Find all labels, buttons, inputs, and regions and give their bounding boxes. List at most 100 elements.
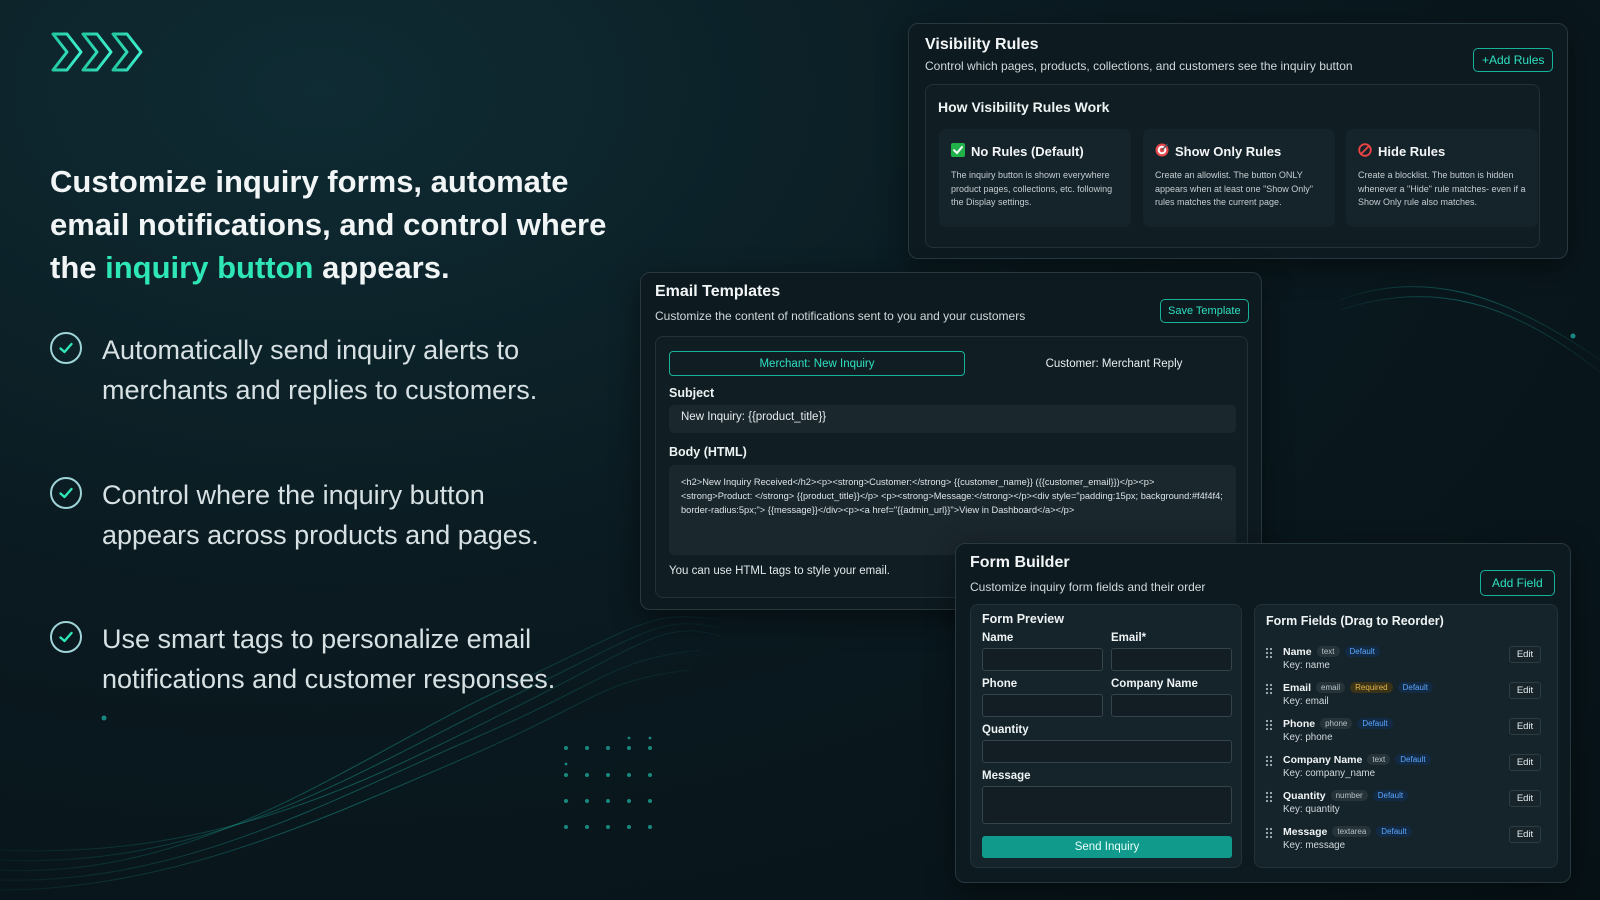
drag-handle-icon[interactable] — [1265, 683, 1273, 695]
add-rules-button[interactable]: +Add Rules — [1473, 48, 1554, 72]
edit-field-button[interactable]: Edit — [1509, 754, 1541, 771]
field-label: Name — [1283, 646, 1312, 658]
check-circle-icon — [50, 332, 82, 364]
form-builder-title: Form Builder — [970, 554, 1070, 571]
feature-item: Automatically send inquiry alerts to mer… — [50, 330, 542, 410]
rule-card-desc: Create a blocklist. The button is hidden… — [1358, 170, 1526, 207]
feature-text: Use smart tags to personalize email noti… — [102, 624, 556, 694]
how-visibility-works-box: How Visibility Rules Work No Rules (Defa… — [925, 84, 1540, 248]
preview-message-textarea[interactable] — [982, 786, 1232, 824]
field-row-email[interactable]: Email email Required Default Key: email Edi… — [1265, 681, 1541, 715]
field-type-tag: textarea — [1332, 826, 1372, 837]
form-preview-title: Form Preview — [982, 612, 1064, 626]
rule-card-hide: Hide Rules Create a blocklist. The butto… — [1346, 129, 1538, 227]
field-default-tag: Default — [1372, 790, 1409, 801]
edit-field-button[interactable]: Edit — [1509, 682, 1541, 699]
tab-merchant-new-inquiry[interactable]: Merchant: New Inquiry — [669, 351, 965, 376]
preview-quantity-label: Quantity — [982, 724, 1029, 736]
email-subtitle: Customize the content of notifications s… — [655, 309, 1026, 323]
field-label: Email — [1283, 682, 1312, 694]
form-fields-box: Form Fields (Drag to Reorder) Name text De… — [1254, 604, 1558, 868]
brand-logo-chevrons — [51, 32, 143, 72]
rule-card-show-only: Show Only Rules Create an allowlist. The… — [1143, 129, 1335, 227]
visibility-subtitle: Control which pages, products, collectio… — [925, 59, 1353, 73]
target-icon — [1155, 143, 1169, 160]
field-default-tag: Default — [1376, 826, 1412, 837]
tab-customer-merchant-reply[interactable]: Customer: Merchant Reply — [996, 351, 1232, 376]
field-key: Key: company_name — [1283, 768, 1376, 779]
html-hint: You can use HTML tags to style your emai… — [669, 565, 890, 577]
field-label: Quantity — [1283, 790, 1326, 802]
preview-company-label: Company Name — [1111, 678, 1198, 690]
edit-field-button[interactable]: Edit — [1509, 790, 1541, 807]
preview-email-input[interactable] — [1111, 648, 1232, 671]
form-builder-subtitle: Customize inquiry form fields and their … — [970, 580, 1206, 594]
rule-card-desc: The inquiry button is shown everywhere p… — [951, 170, 1113, 207]
field-type-tag: text — [1367, 754, 1391, 765]
check-circle-icon — [50, 621, 82, 653]
drag-handle-icon[interactable] — [1265, 827, 1273, 839]
body-label: Body (HTML) — [669, 445, 747, 459]
hero-headline: Customize inquiry forms, automate email … — [50, 160, 610, 289]
edit-field-button[interactable]: Edit — [1509, 826, 1541, 843]
field-row-message[interactable]: Message textarea Default Key: message Edit — [1265, 825, 1541, 859]
field-name: Phone phone Default — [1283, 718, 1393, 730]
visibility-title: Visibility Rules — [925, 36, 1039, 53]
field-name: Quantity number Default — [1283, 790, 1409, 802]
rule-card-title: Hide Rules — [1378, 144, 1446, 159]
field-required-tag: Required — [1350, 682, 1393, 693]
field-name: Name text Default — [1283, 646, 1380, 658]
check-circle-icon — [50, 477, 82, 509]
feature-item: Use smart tags to personalize email noti… — [50, 619, 572, 699]
rule-card-desc: Create an allowlist. The button ONLY app… — [1155, 170, 1313, 207]
field-name: Company Name text Default — [1283, 754, 1431, 766]
field-default-tag: Default — [1344, 646, 1380, 657]
check-square-icon — [951, 143, 965, 160]
form-preview-box: Form Preview Name Email* Phone Company N… — [970, 604, 1242, 868]
preview-email-label: Email* — [1111, 632, 1147, 644]
field-key: Key: message — [1283, 840, 1346, 851]
field-row-phone[interactable]: Phone phone Default Key: phone Edit — [1265, 717, 1541, 751]
field-type-tag: number — [1330, 790, 1368, 801]
how-visibility-title: How Visibility Rules Work — [938, 99, 1110, 115]
rule-card-title: Show Only Rules — [1175, 144, 1282, 159]
preview-phone-input[interactable] — [982, 694, 1103, 717]
rule-card-no-rules: No Rules (Default) The inquiry button is… — [939, 129, 1131, 227]
field-key: Key: quantity — [1283, 804, 1340, 815]
drag-handle-icon[interactable] — [1265, 719, 1273, 731]
rule-card-title: No Rules (Default) — [971, 144, 1084, 159]
field-row-name[interactable]: Name text Default Key: name Edit — [1265, 645, 1541, 679]
drag-handle-icon[interactable] — [1265, 791, 1273, 803]
save-template-button[interactable]: Save Template — [1160, 299, 1249, 323]
form-fields-title: Form Fields (Drag to Reorder) — [1266, 614, 1444, 628]
send-inquiry-button[interactable]: Send Inquiry — [982, 836, 1232, 858]
field-type-tag: text — [1316, 646, 1340, 657]
edit-field-button[interactable]: Edit — [1509, 646, 1541, 663]
feature-text: Automatically send inquiry alerts to mer… — [102, 335, 538, 405]
subject-label: Subject — [669, 386, 715, 400]
field-key: Key: phone — [1283, 732, 1333, 743]
headline-text-end: appears. — [313, 250, 450, 285]
field-key: Key: email — [1283, 696, 1329, 707]
field-label: Message — [1283, 826, 1328, 838]
email-title: Email Templates — [655, 283, 781, 300]
field-default-tag: Default — [1397, 682, 1433, 693]
form-builder-panel: Form Builder Customize inquiry form fiel… — [955, 543, 1571, 883]
preview-phone-label: Phone — [982, 678, 1018, 690]
body-html-textarea[interactable]: <h2>New Inquiry Received</h2><p><strong>… — [669, 465, 1236, 555]
subject-input[interactable]: New Inquiry: {{product_title}} — [669, 405, 1236, 433]
drag-handle-icon[interactable] — [1265, 647, 1273, 659]
field-name: Email email Required Default — [1283, 682, 1433, 694]
field-key: Key: name — [1283, 660, 1330, 671]
field-label: Company Name — [1283, 754, 1363, 766]
preview-company-input[interactable] — [1111, 694, 1232, 717]
preview-name-input[interactable] — [982, 648, 1103, 671]
headline-accent: inquiry button — [105, 250, 314, 285]
edit-field-button[interactable]: Edit — [1509, 718, 1541, 735]
preview-quantity-input[interactable] — [982, 740, 1232, 763]
field-row-quantity[interactable]: Quantity number Default Key: quantity Edit — [1265, 789, 1541, 823]
field-row-company-name[interactable]: Company Name text Default Key: company_nam… — [1265, 753, 1541, 787]
add-field-button[interactable]: Add Field — [1480, 570, 1555, 596]
feature-item: Control where the inquiry button appears… — [50, 475, 542, 555]
drag-handle-icon[interactable] — [1265, 755, 1273, 767]
